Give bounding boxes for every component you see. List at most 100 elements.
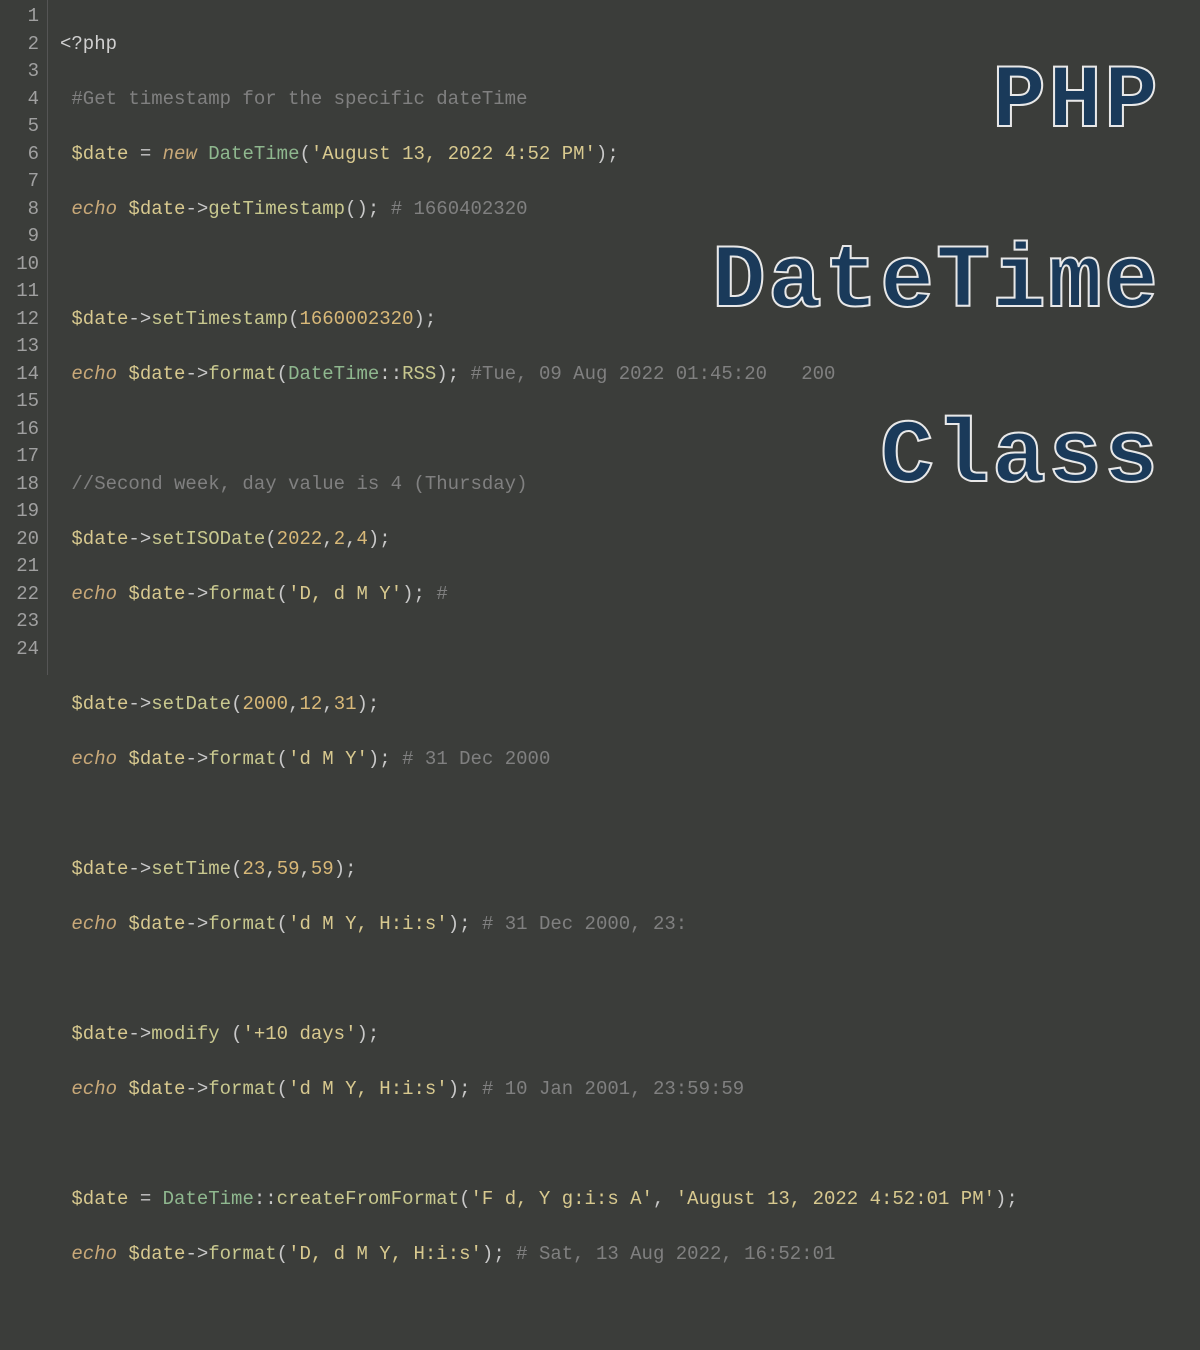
number-literal: 2000	[242, 693, 288, 715]
code-line: $date = DateTime::createFromFormat('F d,…	[60, 1186, 1018, 1214]
line-number: 6	[0, 141, 39, 169]
operator: ->	[185, 198, 208, 220]
method-name: format	[208, 1078, 276, 1100]
punct: ,	[288, 693, 299, 715]
comment-text: #Get timestamp for the specific dateTime	[71, 88, 527, 110]
comment-text: # 31 Dec 2000	[402, 748, 550, 770]
method-name: setDate	[151, 693, 231, 715]
line-number: 9	[0, 223, 39, 251]
code-line: #Get timestamp for the specific dateTime	[60, 86, 1018, 114]
method-name: format	[208, 1243, 276, 1265]
method-name: format	[208, 748, 276, 770]
number-literal: 31	[334, 693, 357, 715]
variable: $date	[71, 858, 128, 880]
string-literal: 'd M Y'	[288, 748, 368, 770]
line-number: 24	[0, 636, 39, 664]
number-literal: 4	[357, 528, 368, 550]
constant: RSS	[402, 363, 436, 385]
operator: ->	[128, 693, 151, 715]
code-line: echo $date->format('D, d M Y, H:i:s'); #…	[60, 1241, 1018, 1269]
code-line: echo $date->format('d M Y, H:i:s'); # 31…	[60, 911, 1018, 939]
code-line	[60, 1296, 1018, 1324]
keyword: echo	[71, 583, 128, 605]
code-line: echo $date->getTimestamp(); # 1660402320	[60, 196, 1018, 224]
operator: ->	[185, 363, 208, 385]
punct: (	[277, 1243, 288, 1265]
string-literal: 'd M Y, H:i:s'	[288, 1078, 448, 1100]
variable: $date	[71, 143, 128, 165]
variable: $date	[128, 748, 185, 770]
title-overlay-php: PHP	[992, 90, 1160, 118]
string-literal: 'd M Y, H:i:s'	[288, 913, 448, 935]
code-line: $date->modify ('+10 days');	[60, 1021, 1018, 1049]
line-number: 3	[0, 58, 39, 86]
keyword: new	[163, 143, 209, 165]
line-number: 13	[0, 333, 39, 361]
keyword: echo	[71, 1243, 128, 1265]
number-literal: 2022	[277, 528, 323, 550]
operator: ->	[128, 1023, 151, 1045]
comment-text: #	[436, 583, 447, 605]
method-name: setTime	[151, 858, 231, 880]
comment-text: # Sat, 13 Aug 2022, 16:52:01	[516, 1243, 835, 1265]
number-literal: 12	[299, 693, 322, 715]
line-number: 1	[0, 3, 39, 31]
punct: (	[277, 363, 288, 385]
code-line: echo $date->format('D, d M Y'); #	[60, 581, 1018, 609]
line-number: 8	[0, 196, 39, 224]
string-literal: 'August 13, 2022 4:52 PM'	[311, 143, 596, 165]
operator: ->	[128, 308, 151, 330]
keyword: echo	[71, 1078, 128, 1100]
variable: $date	[71, 1023, 128, 1045]
punct: ,	[265, 858, 276, 880]
code-line	[60, 966, 1018, 994]
punct: (	[231, 1023, 242, 1045]
operator: ->	[185, 1078, 208, 1100]
line-number: 7	[0, 168, 39, 196]
line-number: 5	[0, 113, 39, 141]
line-number: 15	[0, 388, 39, 416]
variable: $date	[128, 1243, 185, 1265]
punct: (	[277, 748, 288, 770]
punct: (	[277, 913, 288, 935]
line-number: 19	[0, 498, 39, 526]
method-name: format	[208, 583, 276, 605]
number-literal: 23	[242, 858, 265, 880]
code-line: $date->setISODate(2022,2,4);	[60, 526, 1018, 554]
number-literal: 59	[311, 858, 334, 880]
operator: ->	[185, 1243, 208, 1265]
string-literal: '+10 days'	[242, 1023, 356, 1045]
punct: (	[288, 308, 299, 330]
variable: $date	[71, 308, 128, 330]
line-number: 18	[0, 471, 39, 499]
punct: ,	[345, 528, 356, 550]
punct: );	[482, 1243, 516, 1265]
code-line: <?php	[60, 31, 1018, 59]
method-name: createFromFormat	[277, 1188, 459, 1210]
keyword: echo	[71, 748, 128, 770]
line-number: 16	[0, 416, 39, 444]
code-line	[60, 416, 1018, 444]
variable: $date	[128, 913, 185, 935]
variable: $date	[71, 528, 128, 550]
line-number: 11	[0, 278, 39, 306]
code-area[interactable]: <?php #Get timestamp for the specific da…	[48, 0, 1018, 675]
variable: $date	[128, 583, 185, 605]
punct: );	[448, 1078, 482, 1100]
string-literal: 'D, d M Y'	[288, 583, 402, 605]
comment-text: # 1660402320	[391, 198, 528, 220]
punct: );	[436, 363, 470, 385]
operator: ->	[128, 528, 151, 550]
variable: $date	[71, 693, 128, 715]
line-number: 10	[0, 251, 39, 279]
punct: );	[357, 1023, 380, 1045]
punct: );	[414, 308, 437, 330]
variable: $date	[128, 363, 185, 385]
operator: ->	[128, 858, 151, 880]
variable: $date	[71, 1188, 128, 1210]
punct: );	[596, 143, 619, 165]
class-name: DateTime	[163, 1188, 254, 1210]
line-number: 22	[0, 581, 39, 609]
punct: ();	[345, 198, 391, 220]
punct: (	[231, 858, 242, 880]
